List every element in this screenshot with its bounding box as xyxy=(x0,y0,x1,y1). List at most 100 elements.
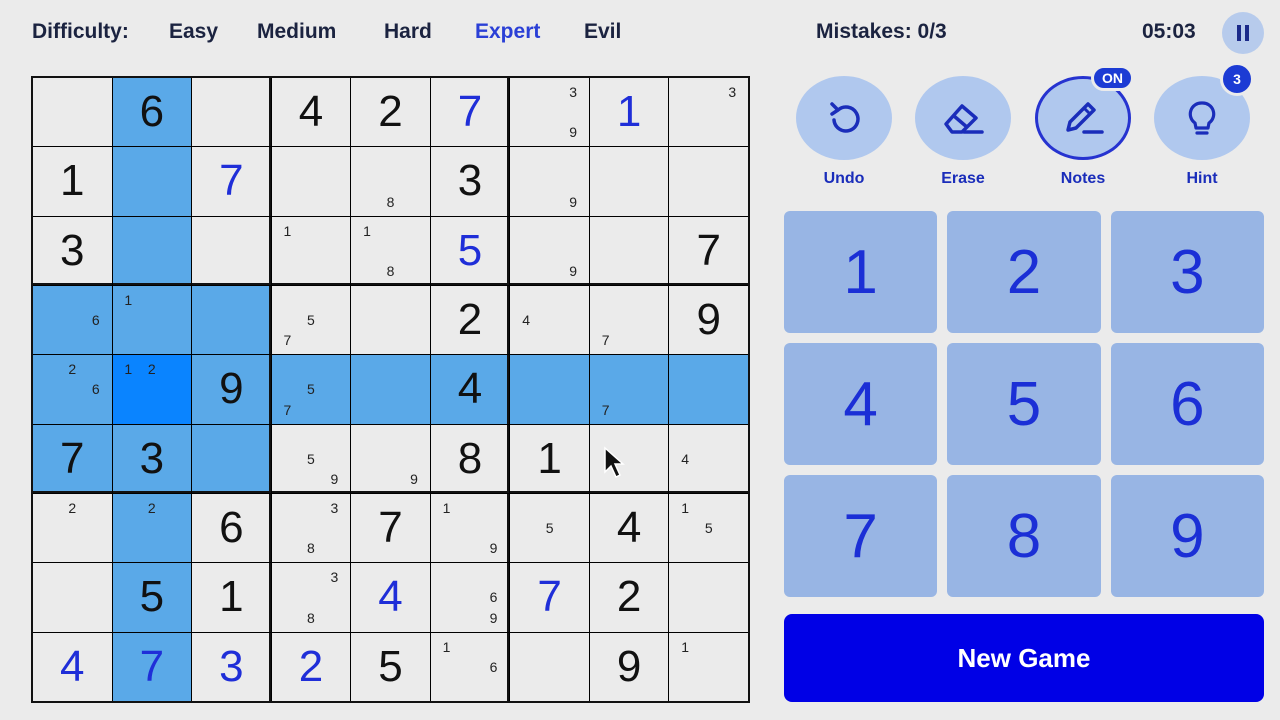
sudoku-cell-r9c8[interactable]: 9 xyxy=(589,632,669,701)
sudoku-cell-r2c7[interactable]: 9 xyxy=(510,147,589,216)
sudoku-cell-r3c5[interactable]: 18 xyxy=(351,216,430,285)
difficulty-medium[interactable]: Medium xyxy=(257,20,336,44)
sudoku-cell-r5c8[interactable]: 7 xyxy=(589,355,669,424)
sudoku-cell-r6c9[interactable]: 4 xyxy=(669,424,748,493)
sudoku-cell-r7c4[interactable]: 38 xyxy=(271,494,351,563)
new-game-button[interactable]: New Game xyxy=(784,614,1264,702)
sudoku-cell-r6c2[interactable]: 3 xyxy=(112,424,192,493)
difficulty-easy[interactable]: Easy xyxy=(169,20,218,44)
sudoku-cell-r7c2[interactable]: 2 xyxy=(112,494,192,563)
sudoku-cell-r3c8[interactable] xyxy=(589,216,669,285)
number-key-5[interactable]: 5 xyxy=(947,343,1101,465)
sudoku-cell-r6c5[interactable]: 9 xyxy=(351,424,430,493)
sudoku-cell-r8c6[interactable]: 69 xyxy=(430,563,510,632)
sudoku-cell-r8c1[interactable] xyxy=(33,563,112,632)
sudoku-cell-r6c4[interactable]: 59 xyxy=(271,424,351,493)
sudoku-cell-r3c2[interactable] xyxy=(112,216,192,285)
sudoku-cell-r9c2[interactable]: 7 xyxy=(112,632,192,701)
number-key-6[interactable]: 6 xyxy=(1110,343,1264,465)
sudoku-cell-r3c1[interactable]: 3 xyxy=(33,216,112,285)
sudoku-cell-r8c7[interactable]: 7 xyxy=(510,563,589,632)
sudoku-cell-r7c7[interactable]: 5 xyxy=(510,494,589,563)
number-key-9[interactable]: 9 xyxy=(1110,475,1264,597)
hint-button[interactable]: 3 xyxy=(1154,62,1254,160)
sudoku-cell-r4c9[interactable]: 9 xyxy=(669,286,748,355)
sudoku-cell-r5c9[interactable] xyxy=(669,355,748,424)
sudoku-cell-r1c3[interactable] xyxy=(192,78,271,147)
sudoku-cell-r7c5[interactable]: 7 xyxy=(351,494,430,563)
sudoku-cell-r2c3[interactable]: 7 xyxy=(192,147,271,216)
sudoku-cell-r1c4[interactable]: 4 xyxy=(271,78,351,147)
sudoku-cell-r5c7[interactable] xyxy=(510,355,589,424)
sudoku-cell-r9c3[interactable]: 3 xyxy=(192,632,271,701)
number-key-4[interactable]: 4 xyxy=(784,343,938,465)
number-key-7[interactable]: 7 xyxy=(784,475,938,597)
sudoku-cell-r7c1[interactable]: 2 xyxy=(33,494,112,563)
number-key-2[interactable]: 2 xyxy=(947,211,1101,333)
sudoku-cell-r8c3[interactable]: 1 xyxy=(192,563,271,632)
sudoku-cell-r8c2[interactable]: 5 xyxy=(112,563,192,632)
sudoku-cell-r5c3[interactable]: 9 xyxy=(192,355,271,424)
sudoku-cell-r7c3[interactable]: 6 xyxy=(192,494,271,563)
sudoku-cell-r4c3[interactable] xyxy=(192,286,271,355)
sudoku-cell-r5c5[interactable] xyxy=(351,355,430,424)
sudoku-cell-r5c4[interactable]: 57 xyxy=(271,355,351,424)
sudoku-cell-r1c1[interactable] xyxy=(33,78,112,147)
sudoku-cell-r9c5[interactable]: 5 xyxy=(351,632,430,701)
sudoku-cell-r8c5[interactable]: 4 xyxy=(351,563,430,632)
number-key-8[interactable]: 8 xyxy=(947,475,1101,597)
erase-button[interactable] xyxy=(915,76,1011,160)
pause-button[interactable] xyxy=(1222,12,1264,54)
sudoku-cell-r9c6[interactable]: 16 xyxy=(430,632,510,701)
sudoku-cell-r1c7[interactable]: 39 xyxy=(510,78,589,147)
sudoku-cell-r4c8[interactable]: 7 xyxy=(589,286,669,355)
sudoku-cell-r7c6[interactable]: 19 xyxy=(430,494,510,563)
sudoku-cell-r1c8[interactable]: 1 xyxy=(589,78,669,147)
sudoku-cell-r8c8[interactable]: 2 xyxy=(589,563,669,632)
sudoku-cell-r3c6[interactable]: 5 xyxy=(430,216,510,285)
sudoku-cell-r2c4[interactable] xyxy=(271,147,351,216)
sudoku-cell-r9c4[interactable]: 2 xyxy=(271,632,351,701)
sudoku-cell-r9c7[interactable] xyxy=(510,632,589,701)
sudoku-cell-r9c1[interactable]: 4 xyxy=(33,632,112,701)
sudoku-cell-r9c9[interactable]: 1 xyxy=(669,632,748,701)
sudoku-cell-r2c2[interactable] xyxy=(112,147,192,216)
sudoku-cell-r1c9[interactable]: 3 xyxy=(669,78,748,147)
sudoku-cell-r2c8[interactable] xyxy=(589,147,669,216)
sudoku-cell-r4c1[interactable]: 6 xyxy=(33,286,112,355)
sudoku-cell-r4c6[interactable]: 2 xyxy=(430,286,510,355)
sudoku-cell-r3c4[interactable]: 1 xyxy=(271,216,351,285)
sudoku-cell-r8c9[interactable] xyxy=(669,563,748,632)
sudoku-cell-r2c6[interactable]: 3 xyxy=(430,147,510,216)
sudoku-cell-r3c3[interactable] xyxy=(192,216,271,285)
sudoku-cell-r6c1[interactable]: 7 xyxy=(33,424,112,493)
sudoku-cell-r3c7[interactable]: 9 xyxy=(510,216,589,285)
sudoku-cell-r5c6[interactable]: 4 xyxy=(430,355,510,424)
sudoku-cell-r6c3[interactable] xyxy=(192,424,271,493)
sudoku-cell-r4c4[interactable]: 57 xyxy=(271,286,351,355)
sudoku-cell-r5c1[interactable]: 26 xyxy=(33,355,112,424)
sudoku-cell-r4c5[interactable] xyxy=(351,286,430,355)
sudoku-cell-r6c8[interactable] xyxy=(589,424,669,493)
sudoku-cell-r7c8[interactable]: 4 xyxy=(589,494,669,563)
sudoku-cell-r7c9[interactable]: 15 xyxy=(669,494,748,563)
sudoku-cell-r4c2[interactable]: 1 xyxy=(112,286,192,355)
undo-button[interactable] xyxy=(796,76,892,160)
difficulty-hard[interactable]: Hard xyxy=(384,20,432,44)
notes-button[interactable]: ON xyxy=(1035,65,1134,160)
sudoku-cell-r6c6[interactable]: 8 xyxy=(430,424,510,493)
sudoku-cell-r4c7[interactable]: 4 xyxy=(510,286,589,355)
difficulty-evil[interactable]: Evil xyxy=(584,20,621,44)
sudoku-cell-r2c9[interactable] xyxy=(669,147,748,216)
sudoku-cell-r2c5[interactable]: 8 xyxy=(351,147,430,216)
sudoku-cell-r5c2[interactable]: 12 xyxy=(112,355,192,424)
number-key-1[interactable]: 1 xyxy=(784,211,938,333)
sudoku-cell-r1c5[interactable]: 2 xyxy=(351,78,430,147)
difficulty-expert[interactable]: Expert xyxy=(475,20,540,44)
sudoku-cell-r1c2[interactable]: 6 xyxy=(112,78,192,147)
sudoku-cell-r6c7[interactable]: 1 xyxy=(510,424,589,493)
number-key-3[interactable]: 3 xyxy=(1110,211,1264,333)
sudoku-cell-r1c6[interactable]: 7 xyxy=(430,78,510,147)
sudoku-cell-r8c4[interactable]: 38 xyxy=(271,563,351,632)
sudoku-cell-r2c1[interactable]: 1 xyxy=(33,147,112,216)
